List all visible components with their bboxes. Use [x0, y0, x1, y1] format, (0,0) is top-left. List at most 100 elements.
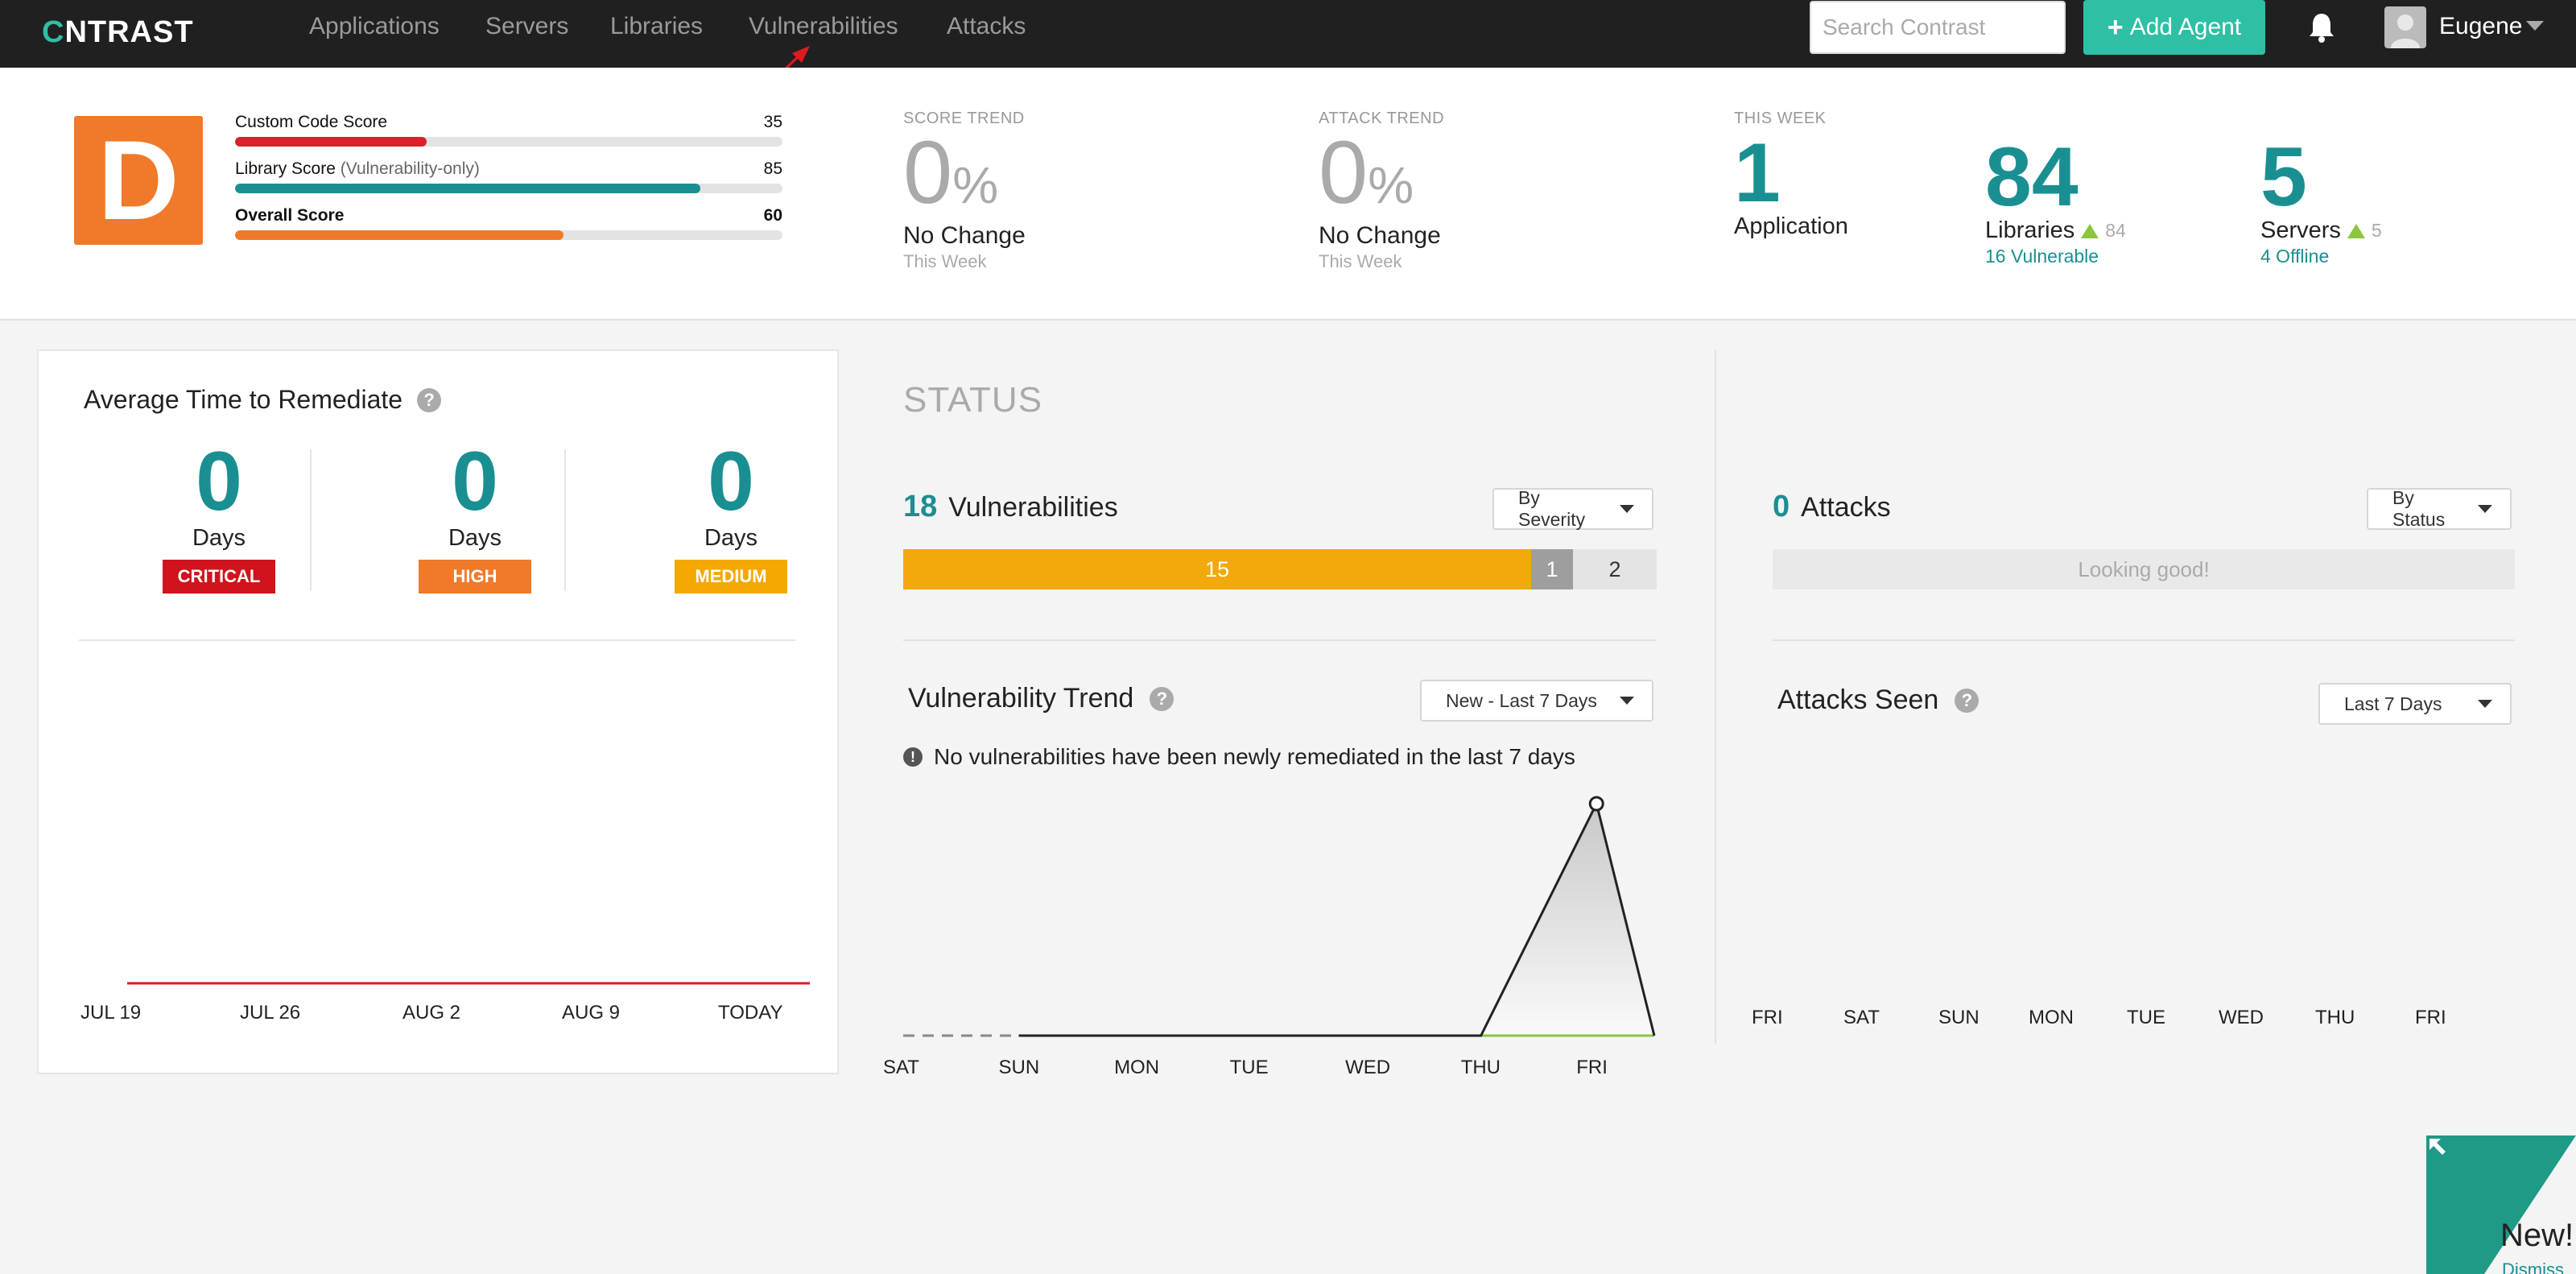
new-label: New!	[2500, 1218, 2574, 1253]
vulnerability-trend-title-text: Vulnerability Trend	[908, 683, 1134, 714]
this-week-servers[interactable]: 5 Servers 5 4 Offline	[2260, 132, 2382, 267]
remediate-trend-line	[127, 982, 810, 985]
attacks-day-label: MON	[2029, 1007, 2074, 1028]
attacks-range-label: Last 7 Days	[2344, 693, 2442, 714]
nav-servers[interactable]: Servers	[485, 13, 568, 40]
trend-day-label: SUN	[998, 1057, 1040, 1078]
remediate-high: 0 Days HIGH	[362, 440, 588, 594]
remediate-axis-label: AUG 9	[562, 1002, 621, 1024]
overall-score-label: Overall Score	[235, 206, 345, 225]
vulnerability-trend-title: Vulnerability Trend ?	[908, 683, 1174, 714]
attack-trend-unit: %	[1368, 156, 1414, 214]
this-week-applications[interactable]: THIS WEEK 1 Application	[1734, 110, 1848, 240]
divider	[310, 449, 312, 591]
overall-score-track	[235, 230, 782, 240]
help-icon[interactable]: ?	[417, 387, 442, 412]
remediate-critical-value: 0	[196, 435, 242, 528]
custom-code-score-value: 35	[763, 113, 782, 131]
attacks-day-label: FRI	[1752, 1007, 1783, 1028]
remediate-axis-label: TODAY	[718, 1002, 783, 1024]
remediate-medium: 0 Days MEDIUM	[618, 440, 844, 594]
by-severity-dropdown[interactable]: By Severity	[1492, 487, 1653, 530]
trend-day-label: FRI	[1576, 1057, 1608, 1078]
plus-icon: +	[2107, 12, 2124, 43]
vulnerability-trend-chart	[903, 796, 1656, 1037]
add-agent-button[interactable]: + Add Agent	[2083, 0, 2265, 55]
vulnerabilities-count[interactable]: 18 Vulnerabilities	[903, 490, 1118, 524]
this-week-libraries[interactable]: 84 Libraries 84 16 Vulnerable	[1985, 132, 2126, 267]
custom-code-score: Custom Code Score 35	[235, 113, 782, 147]
help-icon[interactable]: ?	[1955, 688, 1979, 713]
severity-bar: 15 1 2	[903, 549, 1657, 589]
bell-icon[interactable]	[2307, 11, 2336, 43]
attacks-count-label: Attacks	[1801, 492, 1891, 523]
by-status-label: By Status	[2392, 487, 2446, 530]
attack-trend-number: 0	[1319, 123, 1368, 222]
library-score-value: 85	[763, 159, 782, 178]
trend-up-icon	[2081, 223, 2099, 238]
remediate-axis-label: JUL 19	[80, 1002, 142, 1024]
nav-libraries[interactable]: Libraries	[610, 13, 703, 40]
libraries-label-text: Libraries	[1985, 217, 2075, 243]
nav-attacks[interactable]: Attacks	[947, 13, 1026, 40]
severity-segment-low[interactable]: 1	[1531, 549, 1573, 589]
add-agent-label: Add Agent	[2129, 14, 2242, 40]
chevron-down-icon	[1620, 697, 1634, 705]
attacks-count-number: 0	[1773, 490, 1790, 523]
library-score-track	[235, 184, 782, 193]
libraries-delta: 84	[2105, 220, 2126, 241]
nav-applications[interactable]: Applications	[309, 13, 440, 40]
score-trend: SCORE TREND 0% No Change This Week	[903, 110, 1026, 272]
score-summary: D Custom Code Score 35 Library Score (Vu…	[0, 68, 2576, 321]
remediate-card: Average Time to Remediate ? 0 Days CRITI…	[37, 350, 839, 1074]
trend-day-label: THU	[1460, 1057, 1501, 1078]
attacks-count[interactable]: 0 Attacks	[1773, 490, 1891, 524]
library-score: Library Score (Vulnerability-only) 85	[235, 159, 782, 193]
attack-trend: ATTACK TREND 0% No Change This Week	[1319, 110, 1444, 272]
remediation-note-text: No vulnerabilities have been newly remed…	[934, 744, 1575, 769]
score-trend-sub: This Week	[903, 251, 987, 271]
remediate-high-value: 0	[452, 435, 498, 528]
vulnerabilities-count-label: Vulnerabilities	[948, 492, 1118, 523]
chevron-down-icon	[2478, 505, 2492, 513]
contrast-logo[interactable]: C NTRAST	[42, 8, 194, 56]
by-status-dropdown[interactable]: By Status	[2367, 487, 2512, 530]
trend-range-dropdown[interactable]: New - Last 7 Days	[1420, 680, 1653, 722]
remediate-title: Average Time to Remediate ?	[84, 385, 442, 415]
high-badge: HIGH	[419, 560, 531, 594]
attack-trend-value: 0%	[1319, 129, 1444, 225]
attacks-range-dropdown[interactable]: Last 7 Days	[2318, 683, 2512, 725]
custom-code-score-fill	[235, 137, 427, 147]
custom-code-score-track	[235, 137, 782, 147]
top-nav: C NTRAST Applications Servers Libraries V…	[0, 0, 2576, 68]
severity-segment-note[interactable]: 2	[1573, 549, 1657, 589]
chevron-down-icon[interactable]	[2526, 21, 2544, 31]
remediate-medium-value: 0	[708, 435, 754, 528]
library-score-fill	[235, 184, 700, 193]
help-icon[interactable]: ?	[1150, 686, 1174, 711]
avatar[interactable]	[2384, 6, 2426, 48]
severity-segment-medium[interactable]: 15	[903, 549, 1531, 589]
nav-vulnerabilities[interactable]: Vulnerabilities	[749, 13, 898, 40]
attacks-day-label: FRI	[2415, 1007, 2446, 1028]
expand-icon[interactable]	[2426, 1135, 2450, 1160]
new-feature-corner[interactable]: New! Dismiss	[2426, 1135, 2576, 1274]
chevron-down-icon	[1620, 505, 1634, 513]
trend-point[interactable]	[1588, 796, 1604, 812]
user-name[interactable]: Eugene	[2439, 13, 2522, 40]
libraries-vulnerable-link[interactable]: 16 Vulnerable	[1985, 246, 2126, 267]
score-trend-unit: %	[952, 156, 999, 214]
score-trend-main: No Change	[903, 222, 1026, 249]
applications-label-text: Application	[1734, 213, 1848, 239]
attacks-seen-title: Attacks Seen ?	[1777, 685, 1979, 716]
remediate-critical-unit: Days	[192, 525, 246, 551]
search-input[interactable]	[1810, 1, 2066, 54]
divider	[1773, 639, 2515, 641]
this-week-caption: THIS WEEK	[1734, 110, 1827, 127]
servers-offline-link[interactable]: 4 Offline	[2260, 246, 2382, 267]
attacks-day-label: SAT	[1843, 1007, 1880, 1028]
attacks-day-label: TUE	[2127, 1007, 2165, 1028]
dismiss-link[interactable]: Dismiss	[2502, 1260, 2564, 1274]
remediate-medium-unit: Days	[704, 525, 758, 551]
logo-text: NTRAST	[64, 14, 194, 49]
